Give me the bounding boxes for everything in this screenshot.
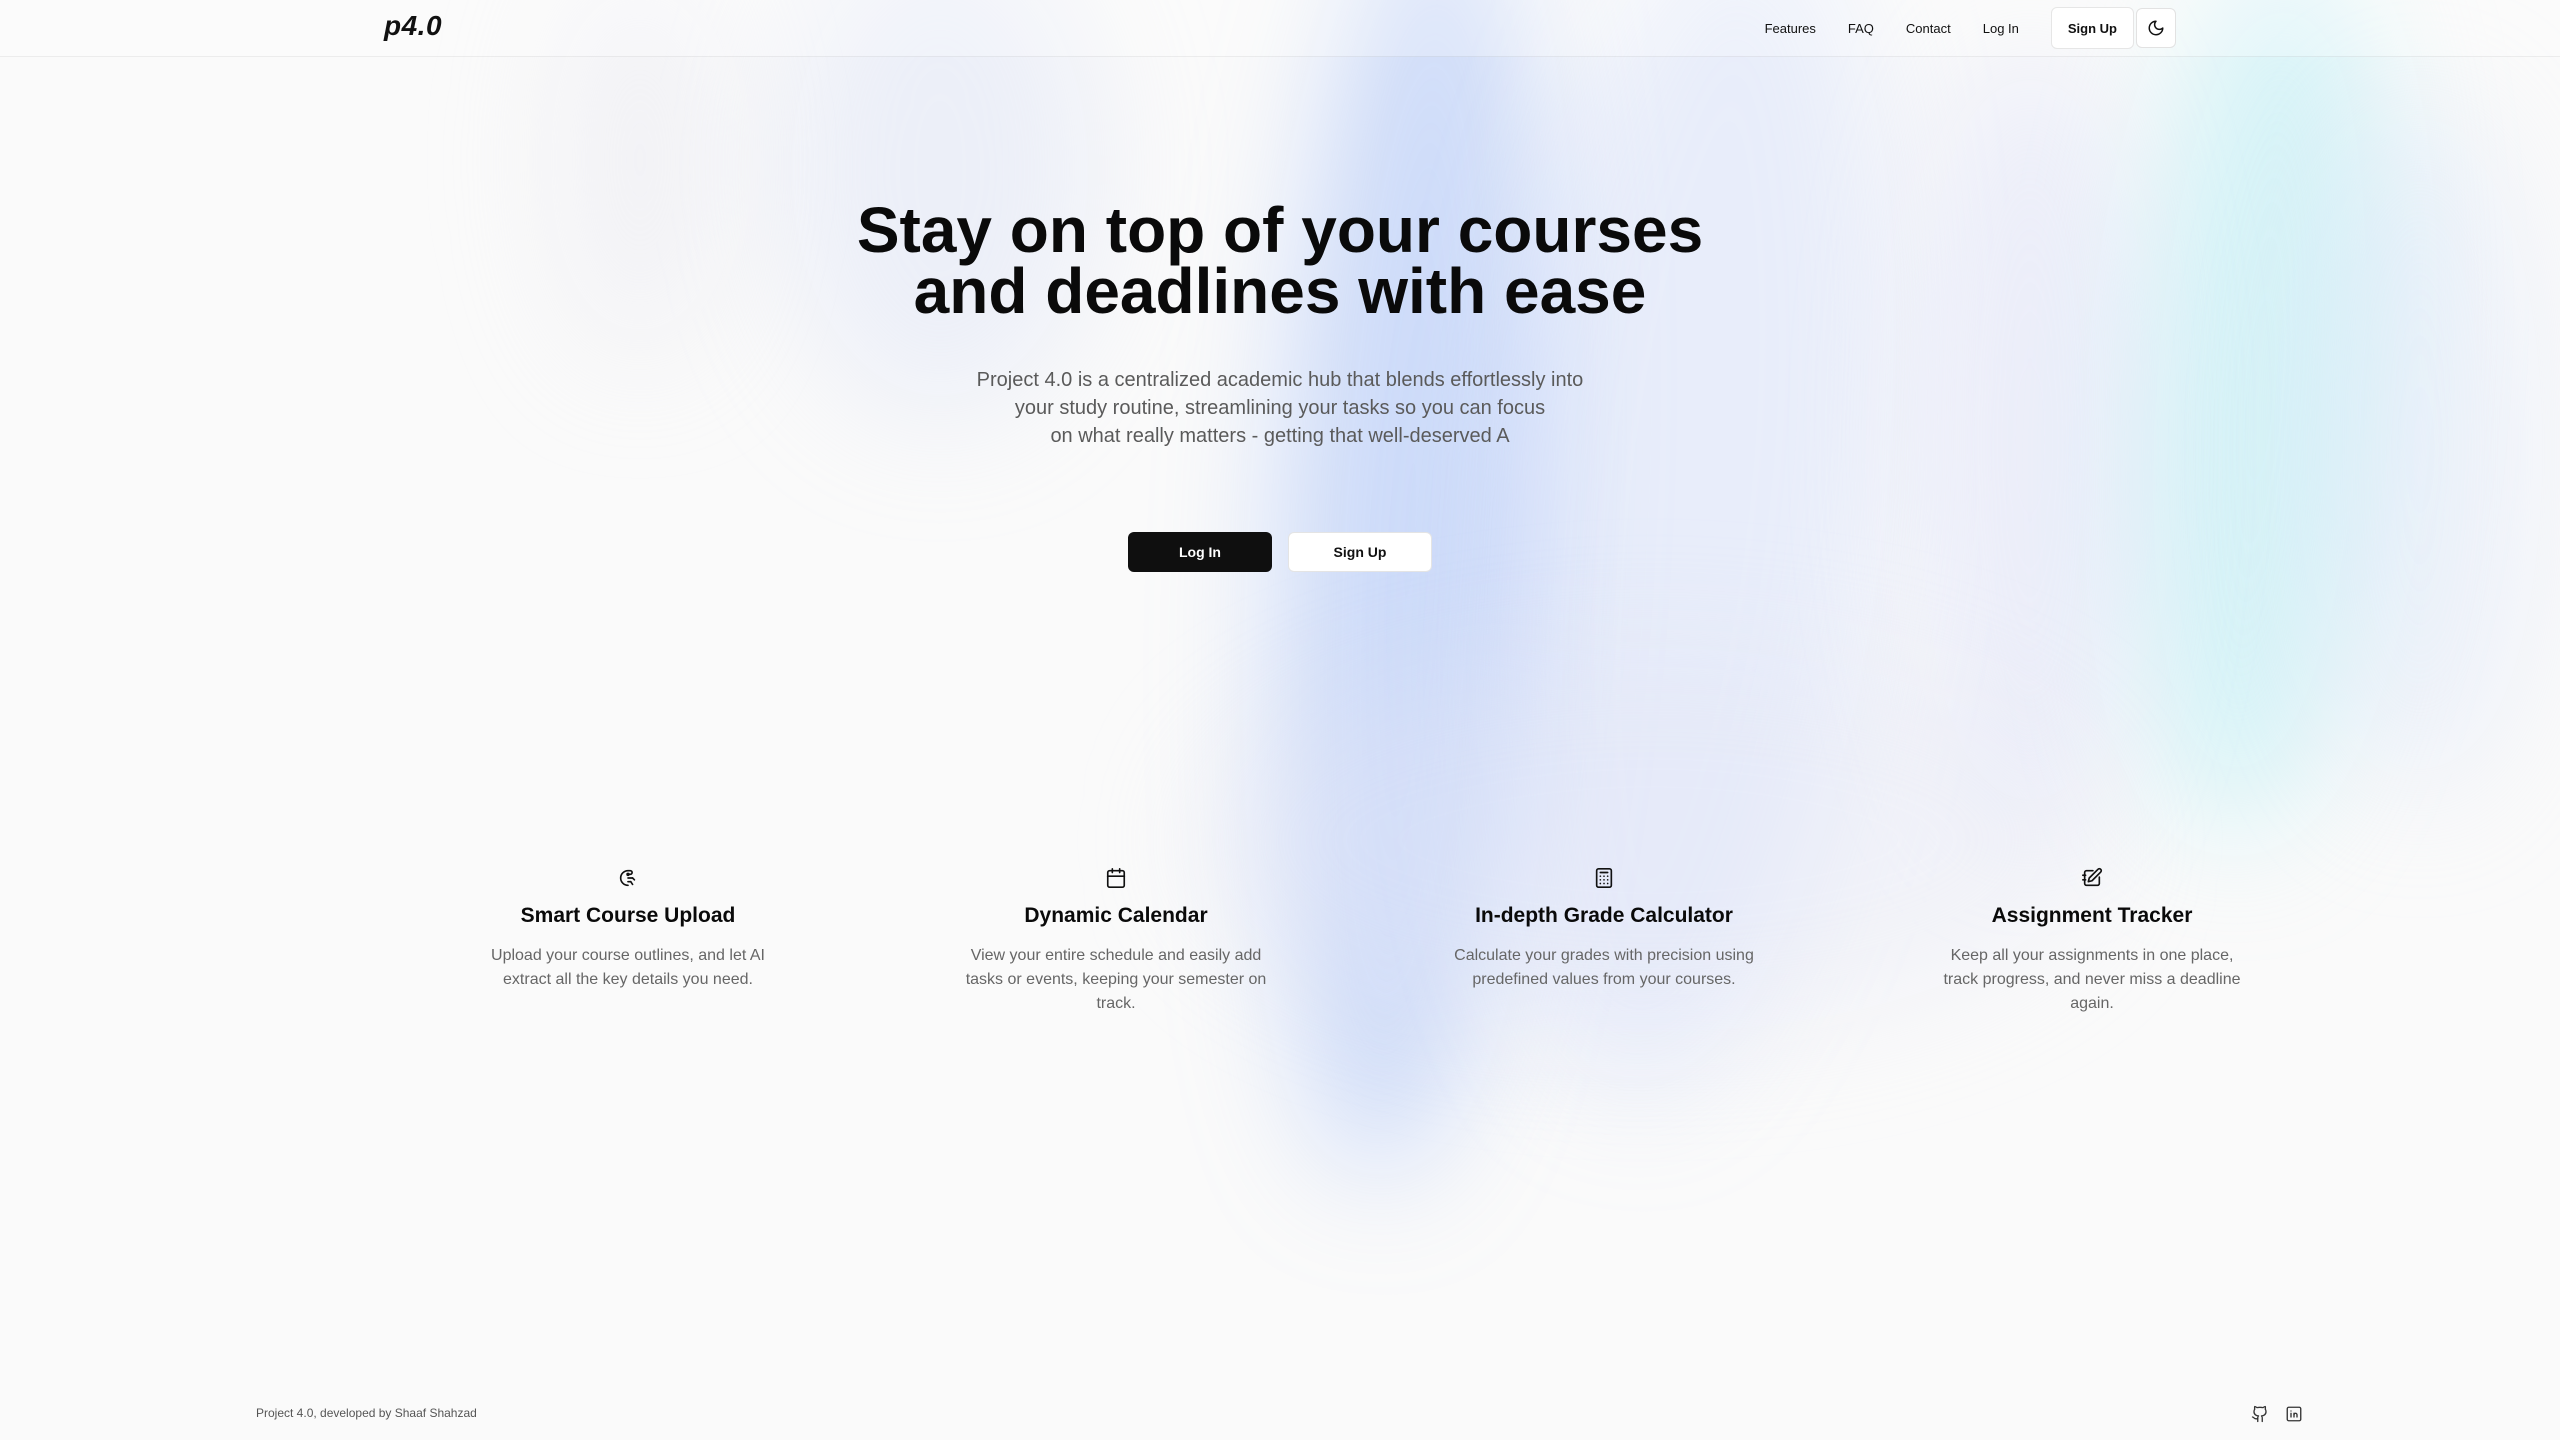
feature-description: View your entire schedule and easily add… bbox=[965, 947, 1267, 1012]
hero-title-line: and deadlines with ease bbox=[913, 255, 1647, 327]
feature-description: Calculate your grades with precision usi… bbox=[1454, 947, 1754, 988]
moon-icon bbox=[2148, 20, 2164, 36]
hero-signup-button[interactable]: Sign Up bbox=[1288, 532, 1432, 572]
theme-toggle-button[interactable] bbox=[2136, 8, 2176, 48]
edit-note-icon bbox=[2080, 866, 2104, 890]
nav-link-features[interactable]: Features bbox=[1765, 21, 1816, 36]
hero-login-button[interactable]: Log In bbox=[1128, 532, 1272, 572]
main-nav: Features FAQ Contact Log In Sign Up bbox=[1765, 7, 2134, 49]
top-navbar: p4.0 Features FAQ Contact Log In Sign Up bbox=[0, 0, 2560, 57]
feature-title: Dynamic Calendar bbox=[1024, 904, 1208, 927]
calendar-icon bbox=[1104, 866, 1128, 890]
calculator-icon bbox=[1592, 866, 1616, 890]
feature-description: Upload your course outlines, and let AI … bbox=[491, 947, 765, 988]
footer-social-links bbox=[2250, 1404, 2304, 1424]
footer-credit: Project 4.0, developed by Shaaf Shahzad bbox=[256, 1406, 477, 1420]
hero-title: Stay on top of your courses and deadline… bbox=[0, 194, 2560, 327]
hero-cta-group: Log In Sign Up bbox=[1128, 532, 1432, 572]
landing-page: p4.0 Features FAQ Contact Log In Sign Up… bbox=[0, 0, 2560, 1440]
linkedin-icon[interactable] bbox=[2284, 1404, 2304, 1424]
nav-link-faq[interactable]: FAQ bbox=[1848, 21, 1874, 36]
feature-card: Dynamic Calendar View your entire schedu… bbox=[872, 866, 1360, 1016]
feature-card: Smart Course Upload Upload your course o… bbox=[384, 866, 872, 1016]
hero-subtitle-line: on what really matters - getting that we… bbox=[1050, 425, 1510, 447]
hero-subtitle-line: your study routine, streamlining your ta… bbox=[1014, 397, 1546, 419]
hero-title-line: Stay on top of your courses bbox=[856, 194, 1704, 266]
feature-title: In-depth Grade Calculator bbox=[1475, 904, 1733, 927]
feature-card: In-depth Grade Calculator Calculate your… bbox=[1360, 866, 1848, 1016]
brand-logo[interactable]: p4.0 bbox=[384, 10, 442, 42]
feature-description: Keep all your assignments in one place, … bbox=[1943, 947, 2241, 1012]
nav-signup-button[interactable]: Sign Up bbox=[2050, 7, 2134, 49]
upload-brain-icon bbox=[616, 866, 640, 890]
hero-subtitle: Project 4.0 is a centralized academic hu… bbox=[0, 366, 2560, 450]
nav-link-login[interactable]: Log In bbox=[1983, 21, 2019, 36]
feature-card: Assignment Tracker Keep all your assignm… bbox=[1848, 866, 2336, 1016]
feature-title: Assignment Tracker bbox=[1991, 904, 2193, 927]
feature-title: Smart Course Upload bbox=[520, 904, 736, 927]
nav-link-contact[interactable]: Contact bbox=[1906, 21, 1951, 36]
hero-subtitle-line: Project 4.0 is a centralized academic hu… bbox=[976, 369, 1584, 391]
features-section: Smart Course Upload Upload your course o… bbox=[384, 866, 2336, 1016]
github-icon[interactable] bbox=[2250, 1404, 2270, 1424]
